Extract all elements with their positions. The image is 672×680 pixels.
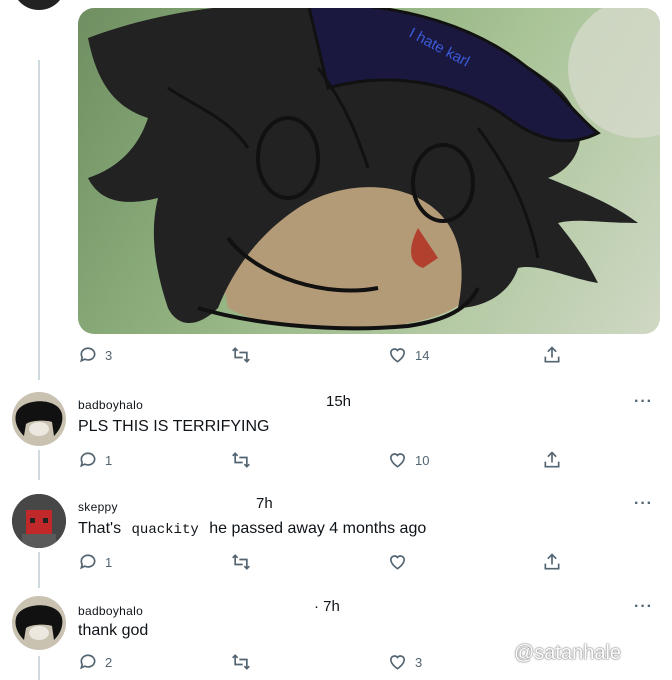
tiktok-watermark: @satanhale [492, 642, 621, 665]
retweet-icon [232, 554, 250, 570]
heart-icon [389, 555, 406, 570]
avatar-drawing [12, 392, 66, 446]
more-options-button[interactable]: ··· [634, 393, 653, 411]
retweet-icon [232, 654, 250, 670]
more-options-button[interactable]: ··· [634, 495, 653, 513]
avatar[interactable] [12, 494, 66, 548]
like-button[interactable]: 10 [387, 450, 429, 470]
reply-text-suffix: he passed away 4 months ago [209, 520, 427, 537]
drawing-overlay: I hate karl [88, 8, 660, 331]
reply-text: PLS THIS IS TERRIFYING [78, 418, 270, 435]
avatar-drawing [12, 596, 66, 650]
reply-actions: 1 [78, 552, 660, 576]
reply-button[interactable]: 2 [78, 652, 112, 672]
watermark-handle: @satanhale [514, 642, 622, 664]
reply-text: That's quackity he passed away 4 months … [78, 520, 426, 538]
thread-line [38, 656, 40, 680]
like-button[interactable]: 3 [387, 652, 422, 672]
heart-icon [389, 655, 406, 670]
share-icon [544, 451, 560, 468]
retweet-button[interactable] [230, 450, 252, 470]
reply-button[interactable]: 1 [78, 552, 112, 572]
retweet-icon [232, 347, 250, 363]
post-media-image[interactable]: I hate karl [78, 8, 660, 334]
reply-count: 1 [105, 452, 113, 468]
like-count: 3 [415, 654, 423, 670]
more-options-button[interactable]: ··· [634, 598, 653, 616]
share-icon [544, 553, 560, 570]
tiktok-icon [494, 644, 508, 661]
share-icon [544, 346, 560, 363]
retweet-button[interactable] [230, 652, 252, 672]
avatar[interactable] [12, 0, 66, 10]
reply-icon [80, 452, 96, 468]
reply-timestamp: 15h [326, 393, 352, 410]
post-actions: 3 14 [78, 345, 660, 369]
share-button[interactable] [542, 450, 562, 470]
reply-count: 2 [105, 654, 113, 670]
reply-count: 1 [105, 554, 113, 570]
reply-username[interactable]: badboyhalo [78, 604, 143, 618]
thread-line [38, 450, 40, 480]
reply-text-insert: quackity [131, 522, 199, 538]
thread-line [38, 552, 40, 588]
avatar[interactable] [12, 392, 66, 446]
retweet-icon [232, 452, 250, 468]
retweet-button[interactable] [230, 345, 259, 365]
reply-text-prefix: That's [78, 520, 122, 537]
retweet-button[interactable] [230, 552, 252, 572]
reply-button[interactable]: 3 [78, 345, 112, 365]
reply-actions: 1 10 [78, 450, 660, 474]
reply-timestamp: 7h [256, 495, 273, 512]
heart-icon [389, 453, 406, 468]
heart-icon [389, 348, 406, 363]
like-button[interactable]: 14 [387, 345, 429, 365]
like-button[interactable] [387, 552, 408, 572]
share-button[interactable] [542, 552, 562, 572]
reply-count: 3 [105, 347, 113, 363]
reply-icon [80, 347, 96, 363]
reply-text: thank god [78, 622, 149, 639]
reply-username[interactable]: badboyhalo [78, 398, 143, 412]
reply-username[interactable]: skeppy [78, 500, 118, 514]
like-count: 10 [415, 452, 430, 468]
reply-icon [80, 654, 96, 670]
reply-button[interactable]: 1 [78, 450, 112, 470]
reply-icon [80, 554, 96, 570]
share-button[interactable] [542, 345, 562, 365]
thread-line [38, 60, 40, 380]
avatar[interactable] [12, 596, 66, 650]
reply-timestamp: · 7h [314, 598, 340, 615]
like-count: 14 [415, 347, 430, 363]
avatar-drawing [12, 494, 66, 548]
